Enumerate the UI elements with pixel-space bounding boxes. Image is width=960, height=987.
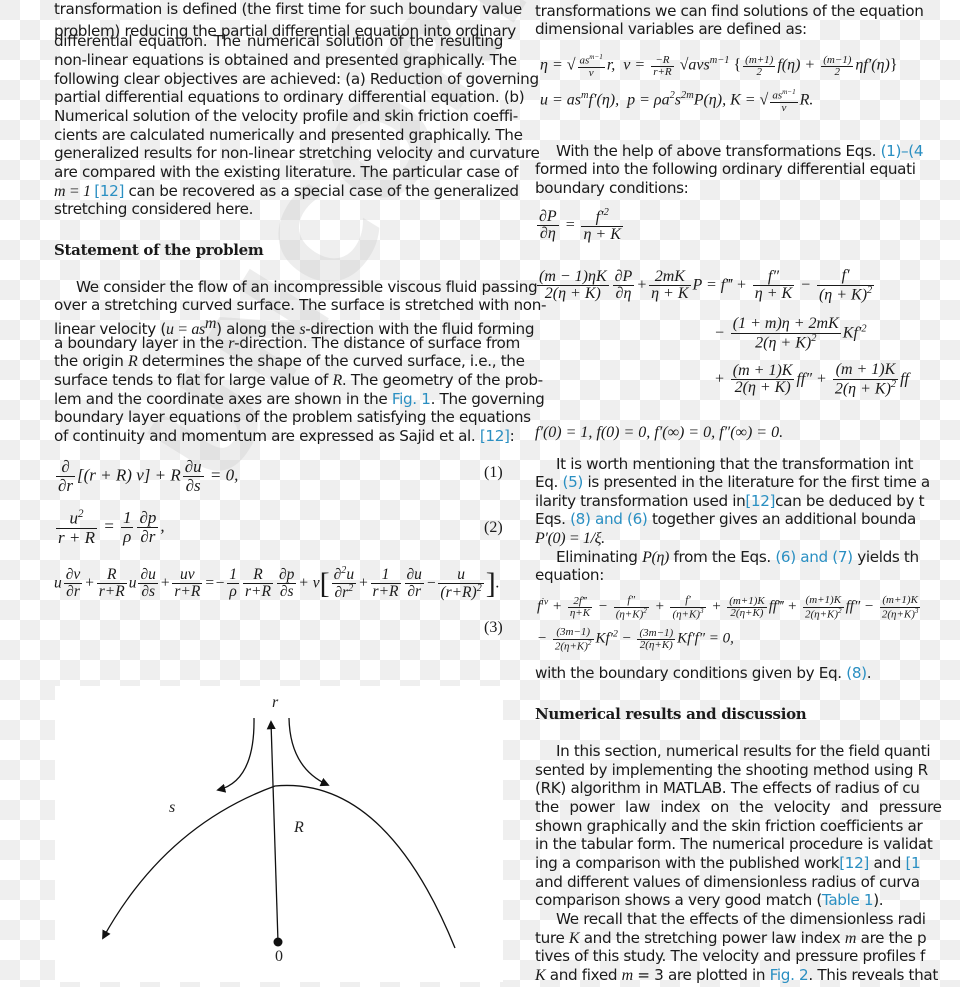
left-flow-arrow xyxy=(216,717,255,793)
text-line: and different values of dimensionless ra… xyxy=(535,873,920,891)
ref-link[interactable]: [1 xyxy=(905,854,920,872)
equation-4-line1: η = √ asm−1 v r, v = −R r+R √avsm−1 {(m+1) 2 f… xyxy=(540,53,898,80)
eq-8-link[interactable]: (8) xyxy=(846,664,867,682)
intro-line: generalized results for non-linear stret… xyxy=(54,144,540,162)
intro-line: are compared with the existing literatur… xyxy=(54,163,519,181)
r-axis-arrow xyxy=(266,720,279,943)
text-line: with the boundary conditions given by Eq… xyxy=(535,664,872,682)
problem-line: boundary layer equations of the problem … xyxy=(54,408,531,426)
equation-8-boundary-conditions: f′(0) = 1, f(0) = 0, f′(∞) = 0, f″(∞) = … xyxy=(535,424,784,441)
text-line: comparison shows a very good match (Tabl… xyxy=(535,891,884,909)
text-line: ilarity transformation used in[12]can be… xyxy=(535,492,925,510)
equation-7-line3: + (m + 1)K 2(η + K) ff″ + (m + 1)K 2(η + K)… xyxy=(714,361,909,398)
origin-dot xyxy=(273,937,283,947)
curved-surface-arc xyxy=(102,784,456,949)
text-line: shown graphically and the skin friction … xyxy=(535,817,923,835)
problem-line: lem and the coordinate axes are shown in… xyxy=(54,390,545,408)
right-flow-arrow xyxy=(288,717,330,787)
text-line: boundary conditions: xyxy=(535,179,689,197)
problem-line: the origin R determines the shape of the… xyxy=(54,352,525,370)
section-heading-results: Numerical results and discussion xyxy=(535,705,807,723)
curved-surface-diagram xyxy=(102,717,456,949)
fig-2-link[interactable]: Fig. 2 xyxy=(770,966,809,984)
intro-line: non-linear equations is obtained and pre… xyxy=(54,51,517,69)
equation-number: (3) xyxy=(484,619,503,636)
ref-link-12[interactable]: [12] xyxy=(839,854,869,872)
problem-line: We consider the flow of an incompressibl… xyxy=(76,278,538,296)
text-line: We recall that the effects of the dimens… xyxy=(556,910,926,928)
label-s: s xyxy=(169,799,176,816)
intro-line: stretching considered here. xyxy=(54,200,254,218)
text-line: the power law index on the velocity and … xyxy=(535,798,942,816)
eq-5-link[interactable]: (5) xyxy=(563,473,584,491)
equation-number: (1) xyxy=(484,464,503,481)
text-line: With the help of above transformations E… xyxy=(556,142,924,160)
equation-number: (2) xyxy=(484,519,503,536)
text-line: equation: xyxy=(535,566,604,584)
text-line: In this section, numerical results for t… xyxy=(556,742,931,760)
intro-line: cients are calculated numerically and pr… xyxy=(54,126,523,144)
problem-line: surface tends to flat for large value of… xyxy=(54,371,543,389)
figure-curved-surface: r s R 0 xyxy=(55,686,503,982)
problem-line: over a stretching curved surface. The su… xyxy=(54,296,547,314)
text-line: ture K and the stretching power law inde… xyxy=(535,929,927,947)
text-line: formed into the following ordinary diffe… xyxy=(535,160,916,178)
intro-line: partial differential equations to ordina… xyxy=(54,88,525,106)
equation-4-line2: u = asmf′(η), p = ρa2s2mP(η), K = √ asm−1… xyxy=(540,88,814,115)
intro-line: differential equation. The numerical sol… xyxy=(54,32,503,50)
intro-line-m1: m = 1 [12] can be recovered as a special… xyxy=(54,182,519,200)
problem-line: a boundary layer in the r-direction. The… xyxy=(54,334,520,352)
eq-6-7-link[interactable]: (6) and (7) xyxy=(775,548,853,566)
equation-3: u ∂v ∂r + Rr+R u ∂u ∂s + uv r+R =− 1 ρ Rr+R ∂p ∂s + v[∂2u… xyxy=(54,565,500,602)
ref-link-12[interactable]: [12] xyxy=(94,182,124,200)
text-line: P′(0) = 1/ξ. xyxy=(535,530,605,547)
text-line: sented by implementing the shooting meth… xyxy=(535,761,928,779)
table-1-link[interactable]: Table 1 xyxy=(822,891,874,909)
text-line: tives of this study. The velocity and pr… xyxy=(535,947,926,965)
equation-7-line1: (m − 1)ηK 2(η + K) ∂P ∂η +2mK η + KP = f‴ + f… xyxy=(537,267,875,304)
text-line: (RK) algorithm in MATLAB. The effects of… xyxy=(535,779,920,797)
text-line: Eliminating P(η) from the Eqs. (6) and (… xyxy=(556,548,919,566)
eq-range-link[interactable]: (1)–(4 xyxy=(881,142,924,160)
ref-link-12[interactable]: [12] xyxy=(745,492,775,510)
equation-2: u2 r + R = 1 ρ ∂p ∂r, xyxy=(56,508,165,547)
label-origin: 0 xyxy=(275,948,283,965)
eq-8-6-link[interactable]: (8) and (6) xyxy=(570,510,648,528)
equation-6: ∂P ∂η = f′2 η + K xyxy=(537,207,623,244)
equation-9-line2: − (3m−1) 2(η+K)2 Kf′2 − (3m−1) 2(η+K) Kf′f″ … xyxy=(537,626,734,653)
text-line: K and fixed m = 3 are plotted in Fig. 2.… xyxy=(535,966,938,984)
text-line: transformations we can find solutions of… xyxy=(535,2,924,20)
intro-line: transformation is defined (the first tim… xyxy=(54,0,522,18)
ref-link-12[interactable]: [12] xyxy=(480,427,510,445)
label-r: r xyxy=(272,694,279,711)
fig-1-link[interactable]: Fig. 1 xyxy=(392,390,431,408)
intro-line: Numerical solution of the velocity profi… xyxy=(54,107,518,125)
equation-1: ∂ ∂r [(r + R) v] + R ∂u ∂s = 0, xyxy=(56,457,239,495)
text-line: ing a comparison with the published work… xyxy=(535,854,921,872)
intro-line: following clear objectives are achieved:… xyxy=(54,70,539,88)
text-line: Eqs. (8) and (6) together gives an addit… xyxy=(535,510,917,528)
problem-line: of continuity and momentum are expressed… xyxy=(54,427,515,445)
equation-7-line2: − (1 + m)η + 2mK 2(η + K)2 Kf′2 xyxy=(714,315,867,352)
text-line: It is worth mentioning that the transfor… xyxy=(556,455,914,473)
text-line: in the tabular form. The numerical proce… xyxy=(535,835,933,853)
text-line: dimensional variables are defined as: xyxy=(535,20,807,38)
section-heading-statement: Statement of the problem xyxy=(54,241,264,259)
label-R: R xyxy=(294,819,304,836)
text-line: Eq. (5) is presented in the literature f… xyxy=(535,473,930,491)
equation-9-line1: fiv + 2f‴ η+K − f″ (η+K)2 + f′ (η+K)3 + (m+… xyxy=(537,594,921,621)
